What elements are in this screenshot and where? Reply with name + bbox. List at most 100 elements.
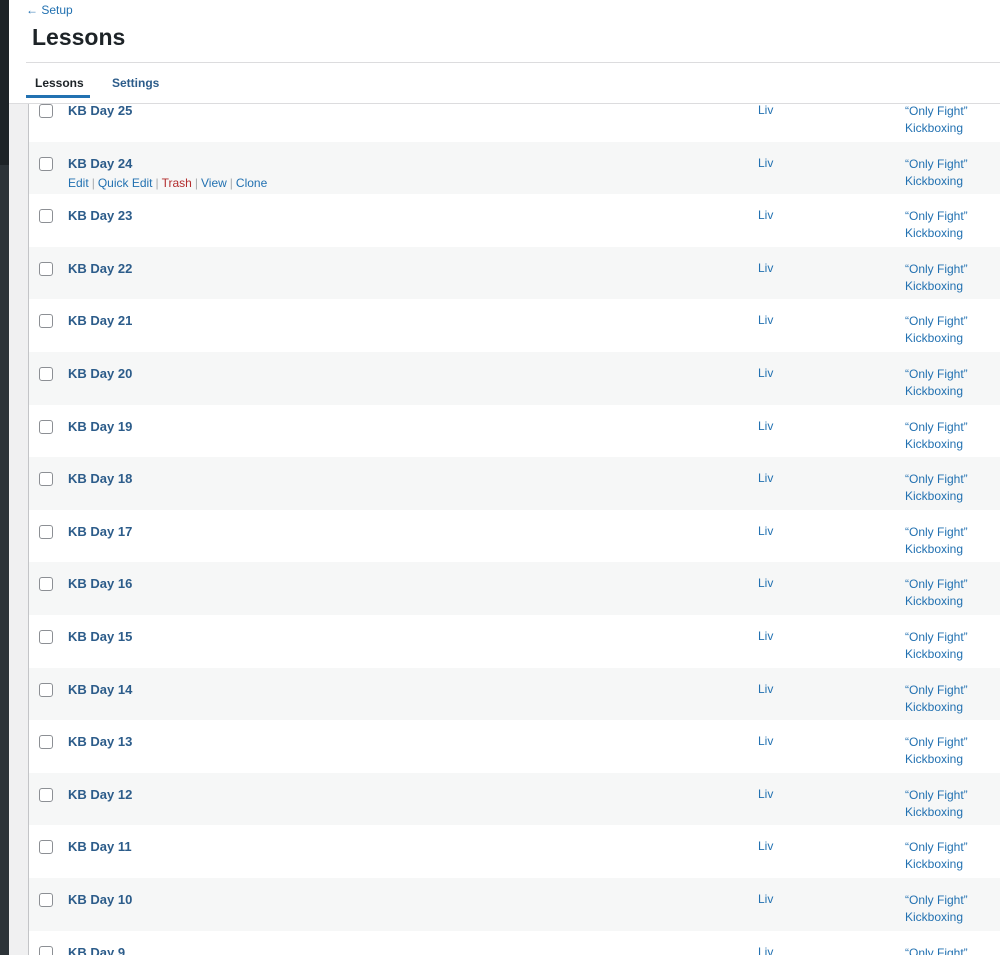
row-select-checkbox[interactable] <box>39 787 53 802</box>
course-name-line: Kickboxing <box>905 226 964 241</box>
course-link[interactable]: “Only Fight”Kickboxing <box>905 682 1000 716</box>
table-row: KB Day 21 Liv “Only Fight” Kickboxing <box>29 299 1000 352</box>
lesson-title-link[interactable]: KB Day 21 <box>68 313 132 328</box>
lesson-title-link[interactable]: KB Day 25 <box>68 103 132 118</box>
row-select-checkbox[interactable] <box>39 209 53 224</box>
lesson-title-link[interactable]: KB Day 13 <box>68 734 132 749</box>
row-select-checkbox[interactable] <box>39 577 53 592</box>
course-link[interactable]: “Only Fight”Kickboxing <box>905 576 1000 610</box>
action-separator: | <box>229 175 233 190</box>
clone-action-link[interactable]: Clone <box>236 176 267 190</box>
author-link[interactable]: Liv <box>758 366 773 380</box>
author-link[interactable]: Liv <box>758 156 773 170</box>
action-separator: | <box>194 175 198 190</box>
author-link[interactable]: Liv <box>758 419 773 433</box>
table-row: KB Day 25 Liv “Only Fight” Kickboxing <box>29 100 1000 142</box>
author-link[interactable]: Liv <box>758 208 773 222</box>
course-link[interactable]: “Only Fight”Kickboxing <box>905 366 1000 400</box>
lesson-title-link[interactable]: KB Day 24 <box>68 156 132 171</box>
course-link[interactable]: “Only Fight”Kickboxing <box>905 734 1000 768</box>
tab-settings[interactable]: Settings <box>112 76 159 90</box>
row-select-checkbox[interactable] <box>39 419 53 434</box>
author-link[interactable]: Liv <box>758 103 773 117</box>
author-link[interactable]: Liv <box>758 471 773 485</box>
course-link[interactable]: “Only Fight”Kickboxing <box>905 892 1000 926</box>
author-link[interactable]: Liv <box>758 787 773 801</box>
row-select-checkbox[interactable] <box>39 261 53 276</box>
author-link[interactable]: Liv <box>758 682 773 696</box>
view-action-link[interactable]: View <box>201 176 227 190</box>
row-select-checkbox[interactable] <box>39 366 53 381</box>
quick-edit-action-link[interactable]: Quick Edit <box>98 176 153 190</box>
row-select-checkbox[interactable] <box>39 472 53 487</box>
row-select-checkbox[interactable] <box>39 314 53 329</box>
trash-action-link[interactable]: Trash <box>162 176 192 190</box>
course-name-line: “Only Fight” <box>905 261 968 276</box>
lesson-title-link[interactable]: KB Day 17 <box>68 524 132 539</box>
lesson-title-link[interactable]: KB Day 14 <box>68 682 132 697</box>
lesson-title-link[interactable]: KB Day 15 <box>68 629 132 644</box>
lesson-title-link[interactable]: KB Day 22 <box>68 261 132 276</box>
table-row: KB Day 14 Liv “Only Fight” Kickboxing <box>29 667 1000 721</box>
row-select-checkbox[interactable] <box>39 840 53 855</box>
table-row: KB Day 20 Liv “Only Fight” Kickboxing <box>29 351 1000 405</box>
author-link[interactable]: Liv <box>758 313 773 327</box>
course-name-line: Kickboxing <box>905 909 964 924</box>
course-link[interactable]: “Only Fight”Kickboxing <box>905 524 1000 558</box>
edit-action-link[interactable]: Edit <box>68 176 89 190</box>
author-link[interactable]: Liv <box>758 629 773 643</box>
author-link[interactable]: Liv <box>758 892 773 906</box>
lesson-title-link[interactable]: KB Day 19 <box>68 419 132 434</box>
tab-lessons[interactable]: Lessons <box>35 76 84 90</box>
course-name-line: Kickboxing <box>905 121 964 135</box>
row-select-checkbox[interactable] <box>39 682 53 697</box>
lesson-title-link[interactable]: KB Day 9 <box>68 945 125 955</box>
table-row: KB Day 10 Liv “Only Fight” Kickboxing <box>29 877 1000 931</box>
course-name-line: “Only Fight” <box>905 787 968 802</box>
course-link[interactable]: “Only Fight”Kickboxing <box>905 839 1000 873</box>
course-name-line: Kickboxing <box>905 489 964 504</box>
author-link[interactable]: Liv <box>758 261 773 275</box>
row-select-checkbox[interactable] <box>39 104 53 118</box>
table-row: KB Day 13 Liv “Only Fight” Kickboxing <box>29 720 1000 773</box>
course-link[interactable]: “Only Fight”Kickboxing <box>905 787 1000 821</box>
course-link[interactable]: “Only Fight”Kickboxing <box>905 471 1000 505</box>
row-select-checkbox[interactable] <box>39 156 53 171</box>
row-select-checkbox[interactable] <box>39 892 53 907</box>
back-to-setup-link[interactable]: ← Setup <box>26 3 73 17</box>
action-separator: | <box>155 175 159 190</box>
row-select-checkbox[interactable] <box>39 945 53 955</box>
row-actions: Edit | Quick Edit | Trash | View | Clone <box>68 176 267 190</box>
course-name-line: “Only Fight” <box>905 629 968 644</box>
table-row: KB Day 11 Liv “Only Fight” Kickboxing <box>29 825 1000 878</box>
course-link[interactable]: “Only Fight”Kickboxing <box>905 261 1000 295</box>
author-link[interactable]: Liv <box>758 734 773 748</box>
course-link[interactable]: “Only Fight”Kickboxing <box>905 313 1000 347</box>
lesson-title-link[interactable]: KB Day 16 <box>68 576 132 591</box>
course-link[interactable]: “Only Fight”Kickboxing <box>905 945 1000 955</box>
lesson-title-link[interactable]: KB Day 18 <box>68 471 132 486</box>
course-link[interactable]: “Only Fight”Kickboxing <box>905 419 1000 453</box>
lesson-title-link[interactable]: KB Day 23 <box>68 208 132 223</box>
table-row: KB Day 18 Liv “Only Fight” Kickboxing <box>29 457 1000 510</box>
lesson-title-link[interactable]: KB Day 20 <box>68 366 132 381</box>
lesson-title-link[interactable]: KB Day 11 <box>68 839 132 854</box>
lessons-table-body: KB Day 25 Liv “Only Fight” Kickboxing KB Day… <box>29 100 1000 955</box>
lesson-title-link[interactable]: KB Day 10 <box>68 892 132 907</box>
row-select-checkbox[interactable] <box>39 629 53 644</box>
lessons-table: KB Day 25 Liv “Only Fight” Kickboxing KB Day… <box>28 100 1000 955</box>
course-link[interactable]: “Only Fight”Kickboxing <box>905 208 1000 242</box>
author-link[interactable]: Liv <box>758 524 773 538</box>
author-link[interactable]: Liv <box>758 576 773 590</box>
author-link[interactable]: Liv <box>758 839 773 853</box>
course-link[interactable]: “Only Fight”Kickboxing <box>905 629 1000 663</box>
page-title: Lessons <box>32 24 126 50</box>
course-link[interactable]: “Only Fight”Kickboxing <box>905 103 1000 137</box>
row-select-checkbox[interactable] <box>39 524 53 539</box>
author-link[interactable]: Liv <box>758 945 773 955</box>
course-name-line: “Only Fight” <box>905 945 968 955</box>
lesson-title-link[interactable]: KB Day 12 <box>68 787 132 802</box>
active-tab-indicator <box>26 95 90 98</box>
row-select-checkbox[interactable] <box>39 735 53 750</box>
course-link[interactable]: “Only Fight”Kickboxing <box>905 156 1000 190</box>
